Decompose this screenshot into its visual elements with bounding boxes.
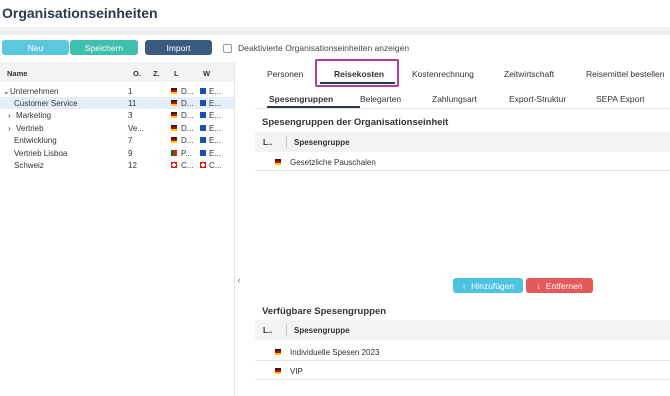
tab-personen[interactable]: Personen	[267, 69, 303, 79]
flag-eu-icon	[200, 100, 206, 106]
subtab-spesengruppen[interactable]: Spesengruppen	[269, 94, 333, 104]
col-l[interactable]: L	[174, 69, 179, 78]
remove-label: Entfernen	[545, 280, 583, 291]
flag-eu-icon	[200, 88, 206, 94]
col-z[interactable]: Z.	[153, 69, 160, 78]
col-name[interactable]: Name	[7, 69, 27, 78]
show-inactive-checkbox[interactable]	[223, 43, 232, 53]
subtab-export-struktur[interactable]: Export-Struktur	[509, 94, 566, 104]
tree-row[interactable]: › Vertrieb Ve... D... E...	[0, 122, 234, 134]
flag-pt-icon	[171, 150, 177, 156]
chevron-right-icon[interactable]: ›	[8, 111, 11, 120]
flag-de-icon	[171, 112, 177, 118]
import-button[interactable]: Import	[145, 40, 212, 55]
arrow-down-icon: ↓	[536, 280, 541, 291]
add-label: Hinzufügen	[471, 280, 515, 291]
active-tab-indicator	[320, 82, 395, 84]
pane-splitter[interactable]	[234, 62, 235, 396]
flag-eu-icon	[200, 125, 206, 131]
flag-de-icon	[171, 125, 177, 131]
flag-ch-icon	[171, 162, 177, 168]
assigned-table-header: L.. Spesengruppe	[255, 132, 670, 152]
flag-eu-icon	[200, 150, 206, 156]
main-tabs: Personen Reisekosten Kostenrechnung Zeit…	[244, 62, 670, 86]
available-section-title: Verfügbare Spesengruppen	[262, 306, 387, 317]
subtab-sepa-export[interactable]: SEPA Export	[596, 94, 645, 104]
new-button[interactable]: Neu	[2, 40, 69, 55]
available-table-header: L.. Spesengruppe	[255, 320, 670, 340]
flag-eu-icon	[200, 112, 206, 118]
flag-de-icon	[171, 88, 177, 94]
col-spesengruppe[interactable]: Spesengruppe	[294, 326, 350, 335]
flag-de-icon	[275, 349, 281, 355]
tree-row[interactable]: Vertrieb Lisboa 9 P... E...	[0, 147, 234, 159]
tab-kostenrechnung[interactable]: Kostenrechnung	[412, 69, 474, 79]
col-o[interactable]: O.	[133, 69, 141, 78]
table-row[interactable]: Individuelle Spesen 2023	[255, 343, 670, 361]
active-subtab-indicator	[267, 106, 360, 108]
tab-reisemittel[interactable]: Reisemittel bestellen	[586, 69, 664, 79]
collapse-left-icon[interactable]: ‹	[235, 275, 243, 287]
page-title: Organisationseinheiten	[2, 5, 158, 21]
table-row[interactable]: Gesetzliche Pauschalen	[255, 153, 670, 171]
show-inactive-toggle[interactable]: Deaktivierte Organisationseinheiten anze…	[223, 43, 409, 53]
tab-zeitwirtschaft[interactable]: Zeitwirtschaft	[504, 69, 554, 79]
org-tree-header: Name O. Z. L W	[0, 62, 234, 82]
tree-row[interactable]: ⌄ Unternehmen 1 D... E...	[0, 85, 234, 97]
subtab-zahlungsart[interactable]: Zahlungsart	[432, 94, 477, 104]
chevron-down-icon[interactable]: ⌄	[3, 87, 10, 96]
subtab-belegarten[interactable]: Belegarten	[360, 94, 401, 104]
col-w[interactable]: W	[203, 69, 210, 78]
col-spesengruppe[interactable]: Spesengruppe	[294, 138, 350, 147]
col-l[interactable]: L..	[263, 138, 272, 147]
flag-de-icon	[275, 159, 281, 165]
flag-ch-icon	[200, 162, 206, 168]
add-button[interactable]: ↑ Hinzufügen	[453, 278, 523, 293]
flag-de-icon	[171, 100, 177, 106]
chevron-right-icon[interactable]: ›	[8, 124, 11, 133]
col-l[interactable]: L..	[263, 326, 272, 335]
assigned-section-title: Spesengruppen der Organisationseinheit	[262, 117, 449, 128]
table-row[interactable]: VIP	[255, 362, 670, 380]
show-inactive-label: Deaktivierte Organisationseinheiten anze…	[238, 43, 410, 53]
tree-row[interactable]: Entwicklung 7 D... E...	[0, 134, 234, 146]
save-button[interactable]: Speichern	[70, 40, 138, 55]
flag-de-icon	[171, 137, 177, 143]
header-bar: Organisationseinheiten	[0, 0, 670, 27]
arrow-up-icon: ↑	[461, 280, 467, 291]
tree-row[interactable]: › Marketing 3 D... E...	[0, 109, 234, 121]
tree-row[interactable]: Customer Service 11 D... E...	[0, 97, 234, 109]
header-divider	[0, 27, 670, 35]
remove-button[interactable]: ↓ Entfernen	[526, 278, 593, 293]
flag-de-icon	[275, 368, 281, 374]
tree-row[interactable]: Schweiz 12 C... C...	[0, 159, 234, 171]
flag-eu-icon	[200, 137, 206, 143]
